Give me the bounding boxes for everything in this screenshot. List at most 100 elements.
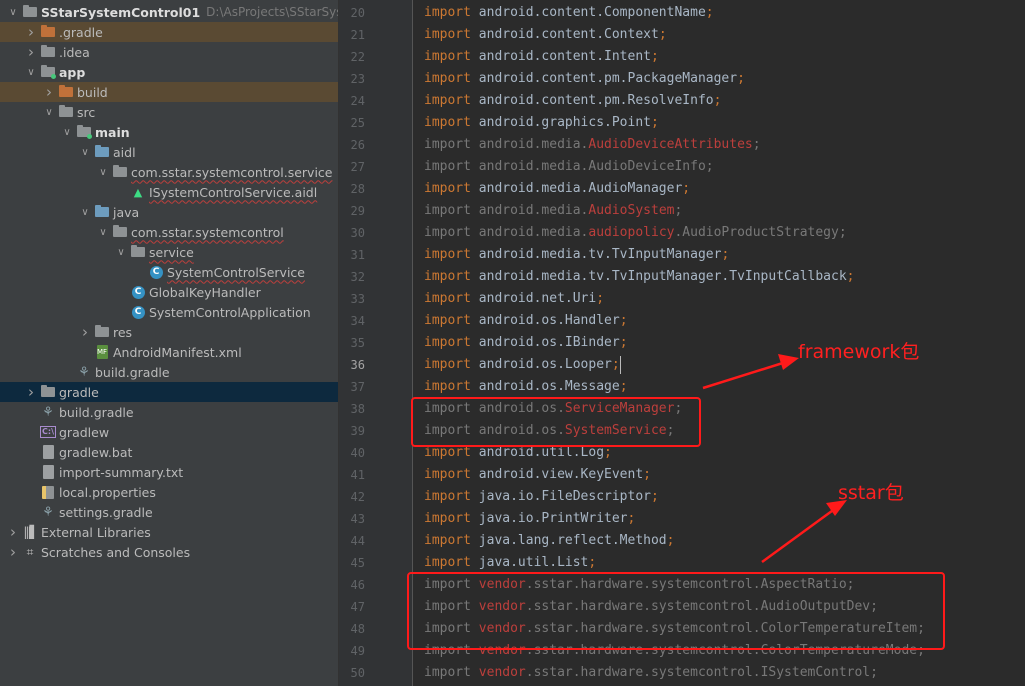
tree-item[interactable]: ∨ app	[0, 62, 338, 82]
chevron-right-icon[interactable]: ›	[24, 383, 38, 401]
tree-item[interactable]: C SystemControlApplication	[0, 302, 338, 322]
tree-item[interactable]: ⚘ build.gradle	[0, 402, 338, 422]
libraries-icon: |||▌	[23, 525, 38, 539]
tree-item-label: SystemControlService	[167, 264, 305, 280]
chevron-down-icon[interactable]: ∨	[42, 107, 56, 118]
tree-item[interactable]: ∨ com.sstar.systemcontrol.service	[0, 162, 338, 182]
folder-icon	[40, 24, 56, 40]
tree-item-label: gradle	[59, 384, 99, 400]
line-number: 30	[350, 226, 365, 240]
line-number: 41	[350, 468, 365, 482]
line-number: 48	[350, 622, 365, 636]
code-line[interactable]: import android.view.KeyEvent;	[424, 464, 651, 486]
code-line[interactable]: import java.io.FileDescriptor;	[424, 486, 659, 508]
line-number: 43	[350, 512, 365, 526]
script-file-icon: C:\	[40, 426, 56, 438]
code-line[interactable]: import android.graphics.Point;	[424, 112, 659, 134]
tree-item[interactable]: ▲ ISystemControlService.aidl	[0, 182, 338, 202]
folder-icon	[94, 204, 110, 220]
code-line[interactable]: import android.os.Handler;	[424, 310, 628, 332]
chevron-down-icon[interactable]: ∨	[78, 207, 92, 218]
code-line[interactable]: import android.os.Message;	[424, 376, 628, 398]
code-line[interactable]: import java.io.PrintWriter;	[424, 508, 635, 530]
tree-item[interactable]: › res	[0, 322, 338, 342]
line-number: 35	[350, 336, 365, 350]
code-line[interactable]: import vendor.sstar.hardware.systemcontr…	[424, 662, 878, 684]
code-line[interactable]: import android.media.audiopolicy.AudioPr…	[424, 222, 847, 244]
line-number: 45	[350, 556, 365, 570]
chevron-right-icon[interactable]: ›	[6, 523, 20, 541]
line-number: 29	[350, 204, 365, 218]
tree-item[interactable]: ∨ main	[0, 122, 338, 142]
tree-item-label: SStarSystemControl01	[41, 4, 201, 20]
tree-item[interactable]: C GlobalKeyHandler	[0, 282, 338, 302]
line-number: 32	[350, 270, 365, 284]
code-line[interactable]: import android.content.Context;	[424, 24, 667, 46]
tree-item[interactable]: local.properties	[0, 482, 338, 502]
code-line[interactable]: import java.lang.reflect.Method;	[424, 530, 674, 552]
tree-item[interactable]: ∨ com.sstar.systemcontrol	[0, 222, 338, 242]
tree-item[interactable]: ∨ java	[0, 202, 338, 222]
chevron-down-icon[interactable]: ∨	[24, 67, 38, 78]
chevron-down-icon[interactable]: ∨	[114, 247, 128, 258]
code-line[interactable]: import android.net.Uri;	[424, 288, 604, 310]
tree-item[interactable]: › .idea	[0, 42, 338, 62]
code-line[interactable]: import android.os.Looper;	[424, 354, 621, 376]
code-line[interactable]: import android.content.pm.ResolveInfo;	[424, 90, 721, 112]
tree-item[interactable]: › build	[0, 82, 338, 102]
code-line[interactable]: import java.util.List;	[424, 552, 596, 574]
line-number: 31	[350, 248, 365, 262]
folder-icon	[40, 44, 56, 60]
chevron-right-icon[interactable]: ›	[42, 83, 56, 101]
tree-item[interactable]: › ⌗ Scratches and Consoles	[0, 542, 338, 562]
chevron-down-icon[interactable]: ∨	[6, 7, 20, 18]
tree-item[interactable]: ∨ aidl	[0, 142, 338, 162]
tree-item[interactable]: import-summary.txt	[0, 462, 338, 482]
line-number: 20	[350, 6, 365, 20]
code-line[interactable]: import android.media.AudioDeviceAttribut…	[424, 134, 761, 156]
tree-item-label: main	[95, 124, 130, 140]
tree-item-label: import-summary.txt	[59, 464, 184, 480]
folder-icon	[112, 224, 128, 240]
manifest-file-icon: MF	[94, 344, 110, 360]
tree-item[interactable]: C:\ gradlew	[0, 422, 338, 442]
tree-item[interactable]: ∨ src	[0, 102, 338, 122]
code-line[interactable]: import android.media.AudioManager;	[424, 178, 690, 200]
chevron-down-icon[interactable]: ∨	[96, 227, 110, 238]
code-line[interactable]: import android.os.IBinder;	[424, 332, 628, 354]
line-number: 50	[350, 666, 365, 680]
chevron-right-icon[interactable]: ›	[24, 43, 38, 61]
line-number: 44	[350, 534, 365, 548]
project-tree-panel[interactable]: ∨ SStarSystemControl01 D:\AsProjects\SStar…	[0, 0, 339, 686]
code-line[interactable]: import android.content.Intent;	[424, 46, 659, 68]
code-line[interactable]: import android.media.AudioSystem;	[424, 200, 682, 222]
chevron-down-icon[interactable]: ∨	[60, 127, 74, 138]
tree-item[interactable]: › gradle	[0, 382, 338, 402]
tree-item[interactable]: gradlew.bat	[0, 442, 338, 462]
tree-item[interactable]: MF AndroidManifest.xml	[0, 342, 338, 362]
chevron-down-icon[interactable]: ∨	[96, 167, 110, 178]
chevron-right-icon[interactable]: ›	[24, 23, 38, 41]
tree-item[interactable]: ∨ service	[0, 242, 338, 262]
tree-item-label: build	[77, 84, 108, 100]
code-line[interactable]: import android.content.pm.PackageManager…	[424, 68, 745, 90]
line-number: 34	[350, 314, 365, 328]
chevron-down-icon[interactable]: ∨	[78, 147, 92, 158]
tree-item-label: com.sstar.systemcontrol	[131, 224, 284, 240]
java-class-icon: C	[148, 264, 164, 280]
tree-item[interactable]: ∨ SStarSystemControl01 D:\AsProjects\SStar…	[0, 2, 338, 22]
code-line[interactable]: import android.media.tv.TvInputManager;	[424, 244, 729, 266]
properties-file-icon	[40, 484, 56, 500]
tree-item[interactable]: › .gradle	[0, 22, 338, 42]
tree-item[interactable]: ⚘ settings.gradle	[0, 502, 338, 522]
code-line[interactable]: import android.media.AudioDeviceInfo;	[424, 156, 714, 178]
line-number: 39	[350, 424, 365, 438]
tree-item[interactable]: C SystemControlService	[0, 262, 338, 282]
tree-item[interactable]: ⚘ build.gradle	[0, 362, 338, 382]
code-line[interactable]: import android.media.tv.TvInputManager.T…	[424, 266, 854, 288]
chevron-right-icon[interactable]: ›	[6, 543, 20, 561]
code-line[interactable]: import android.content.ComponentName;	[424, 2, 714, 24]
chevron-right-icon[interactable]: ›	[78, 323, 92, 341]
tree-item[interactable]: › |||▌ External Libraries	[0, 522, 338, 542]
line-number: 36	[350, 358, 365, 372]
